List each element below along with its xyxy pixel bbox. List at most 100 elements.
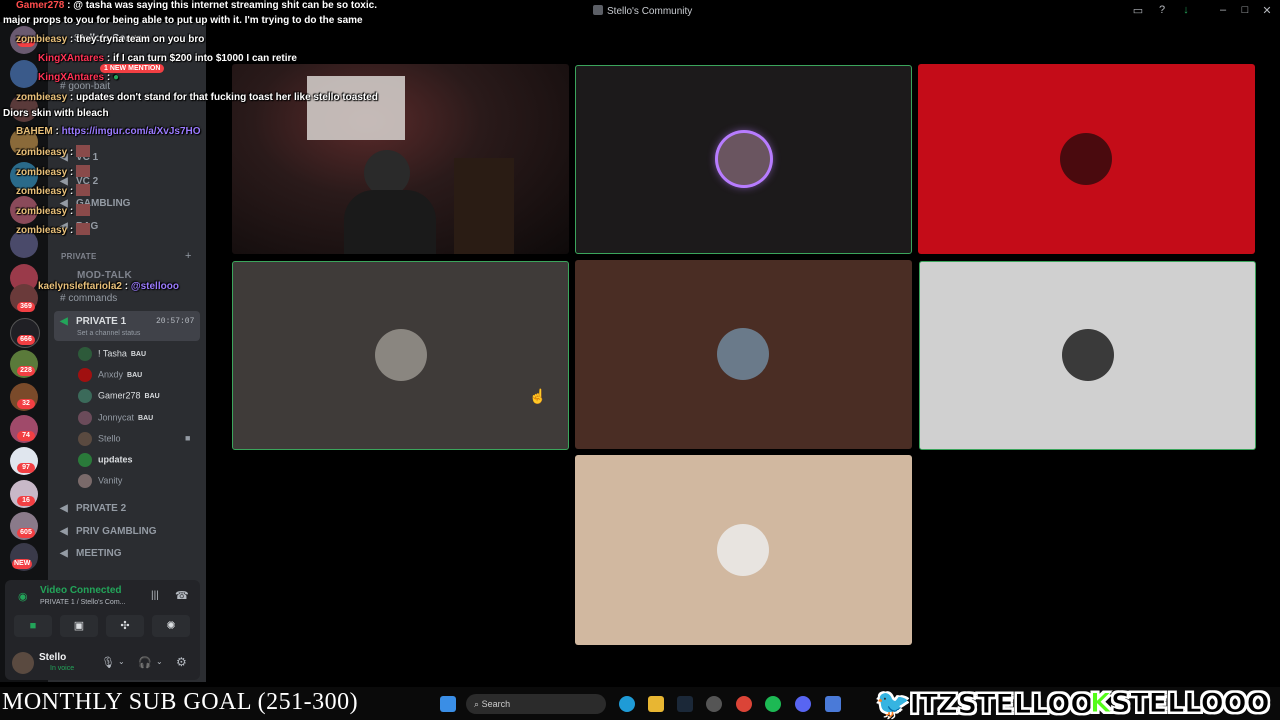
unread-badge: 666 xyxy=(17,335,35,345)
video-tile-user[interactable] xyxy=(918,64,1255,254)
unread-badge: 16 xyxy=(17,496,35,506)
video-tile-user[interactable] xyxy=(575,260,912,449)
avatar xyxy=(78,347,92,361)
help-icon[interactable]: ? xyxy=(1155,4,1169,16)
voice-member[interactable]: ! Tasha BAU xyxy=(78,347,146,363)
voice-member[interactable]: Anxdy BAU xyxy=(78,368,142,384)
noise-suppression-icon[interactable]: ||| xyxy=(151,590,159,601)
channel-commands[interactable]: # commands xyxy=(60,293,117,304)
kick-handle: KSTELLOOO xyxy=(1090,688,1271,720)
chat-message: Diors skin with bleach xyxy=(3,108,109,119)
voice-channel-private-2[interactable]: ◀ PRIVATE 2 xyxy=(60,503,126,514)
voice-member[interactable]: Stello xyxy=(78,432,121,448)
signal-icon[interactable]: ◉ xyxy=(18,590,28,603)
windows-start-icon[interactable] xyxy=(440,696,456,712)
camera-button[interactable]: ■ xyxy=(14,615,52,637)
app-icon[interactable] xyxy=(706,696,722,712)
file-explorer-icon[interactable] xyxy=(648,696,664,712)
voice-status-subtitle[interactable]: PRIVATE 1 / Stello's Com... xyxy=(40,599,126,606)
new-badge: NEW xyxy=(12,559,33,569)
headphones-icon[interactable]: 🎧 xyxy=(138,656,152,669)
voice-member[interactable]: Vanity xyxy=(78,474,122,490)
chevron-down-icon[interactable]: ⌄ xyxy=(156,657,163,666)
voice-channel-private-1[interactable]: ◀ PRIVATE 1 xyxy=(60,316,126,327)
close-button[interactable]: ✕ xyxy=(1260,4,1274,17)
mouse-cursor-icon: ☝ xyxy=(529,388,547,404)
chat-message: zombieasy : updates don't stand for that… xyxy=(16,92,378,103)
soundboard-icon: ✺ xyxy=(166,620,176,632)
twitter-handle: 🐦ITZSTELLOO xyxy=(876,689,1094,720)
user-name[interactable]: Stello xyxy=(39,652,66,663)
add-channel-icon[interactable]: + xyxy=(185,250,191,262)
user-avatar xyxy=(375,329,427,381)
user-avatar xyxy=(717,524,769,576)
maximize-button[interactable]: □ xyxy=(1238,4,1252,16)
video-tile-user[interactable] xyxy=(919,261,1256,450)
channel-status[interactable]: Set a channel status xyxy=(77,330,140,337)
user-avatar xyxy=(1060,133,1112,185)
video-tile-user[interactable] xyxy=(232,261,569,450)
doorway xyxy=(454,158,514,254)
inbox-icon[interactable]: ▭ xyxy=(1131,4,1145,17)
disconnect-icon[interactable]: ☎ xyxy=(175,589,189,602)
user-avatar xyxy=(718,133,770,185)
chat-message: zombieasy : xyxy=(16,184,91,197)
category-mod-talk[interactable]: MOD-TALK xyxy=(77,270,132,281)
screen-share-button[interactable]: ▣ xyxy=(60,615,98,637)
window-title: Stello's Community xyxy=(593,5,692,17)
search-icon: ⌕ xyxy=(474,699,480,709)
download-icon[interactable]: ↓ xyxy=(1179,4,1193,16)
twitter-bird-icon: 🐦 xyxy=(876,689,911,720)
taskbar-search[interactable]: ⌕ Search xyxy=(466,694,606,714)
video-tile-user[interactable] xyxy=(575,455,912,645)
chat-message: zombieasy : xyxy=(16,165,91,178)
unread-badge: 228 xyxy=(17,366,35,376)
chevron-down-icon[interactable]: ⌄ xyxy=(118,657,125,666)
channel-timer: 20:57:07 xyxy=(156,317,195,326)
category-private[interactable]: PRIVATE xyxy=(61,252,97,261)
sub-goal-banner: MONTHLY SUB GOAL (251-300) xyxy=(2,689,359,715)
speaker-icon: ◀ xyxy=(60,548,68,559)
emote-icon: ● xyxy=(113,72,120,83)
avatar xyxy=(78,432,92,446)
user-avatar xyxy=(717,328,769,380)
voice-member[interactable]: Jonnycat BAU xyxy=(78,411,153,427)
voice-member[interactable]: updates xyxy=(78,453,133,469)
chat-message: Gamer278 : @ tasha was saying this inter… xyxy=(16,0,377,11)
role-tag: BAU xyxy=(138,415,154,423)
role-tag: BAU xyxy=(127,372,143,380)
chat-message: zombieasy : xyxy=(16,204,91,217)
emote-icon xyxy=(76,145,91,157)
kick-logo-icon: K xyxy=(1090,688,1112,720)
activities-button[interactable]: ✣ xyxy=(106,615,144,637)
steam-icon[interactable] xyxy=(677,696,693,712)
app-icon[interactable] xyxy=(825,696,841,712)
unread-badge: 369 xyxy=(17,302,35,312)
chat-message: major props to you for being able to put… xyxy=(3,15,363,26)
emote-icon xyxy=(76,223,91,235)
emote-icon xyxy=(76,165,91,177)
voice-channel-meeting[interactable]: ◀ MEETING xyxy=(60,548,122,559)
spotify-icon[interactable] xyxy=(765,696,781,712)
soundboard-button[interactable]: ✺ xyxy=(152,615,190,637)
chat-message: KingXAntares : if I can turn $200 into $… xyxy=(38,53,297,64)
voice-member[interactable]: Gamer278 BAU xyxy=(78,389,160,405)
avatar xyxy=(78,453,92,467)
user-avatar[interactable] xyxy=(12,652,34,674)
voice-channel-priv-gambling[interactable]: ◀ PRIV GAMBLING xyxy=(60,526,157,537)
microphone-icon[interactable]: 🎙 xyxy=(101,656,115,669)
role-tag: BAU xyxy=(130,351,147,359)
discord-taskbar-icon[interactable] xyxy=(795,696,811,712)
server-icon[interactable] xyxy=(10,60,38,88)
chat-message: zombieasy : xyxy=(16,223,91,236)
voice-status-title[interactable]: Video Connected xyxy=(40,585,122,596)
video-tile-user[interactable] xyxy=(575,65,912,254)
chat-message: zombieasy : they tryna team on you bro xyxy=(16,34,205,45)
minimize-button[interactable]: – xyxy=(1216,4,1230,16)
edge-browser-icon[interactable] xyxy=(619,696,635,712)
settings-gear-icon[interactable]: ⚙ xyxy=(176,655,187,669)
emote-icon xyxy=(76,184,91,196)
chrome-icon[interactable] xyxy=(736,696,752,712)
chat-message: zombieasy : xyxy=(16,145,91,158)
video-camera-icon: ■ xyxy=(185,433,191,443)
